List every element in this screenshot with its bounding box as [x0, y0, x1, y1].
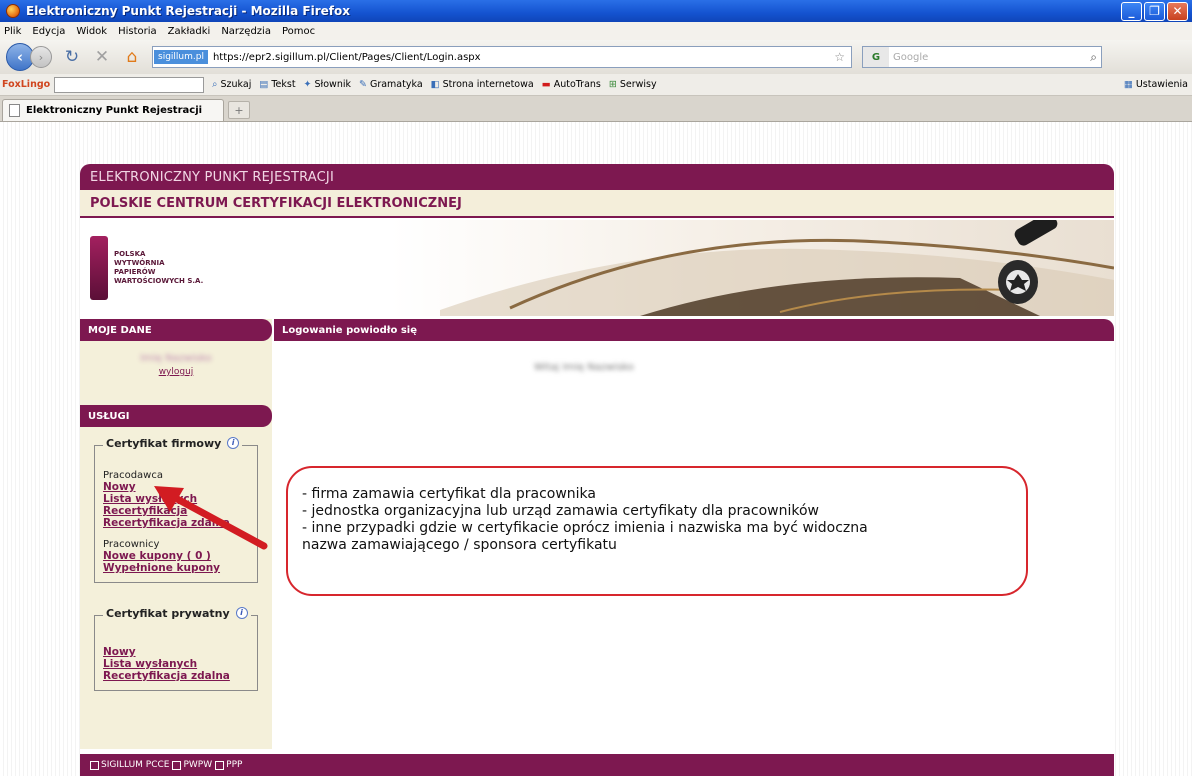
webpage-icon: ◧ [430, 79, 440, 90]
welcome-text-blurred: Witaj Imię Nazwisko [534, 362, 634, 373]
search-icon[interactable]: ⌕ [1090, 50, 1097, 65]
services-heading: USŁUGI [80, 405, 272, 427]
close-button[interactable]: ✕ [1167, 1, 1188, 21]
private-cert-title: Certyfikat prywatny i [103, 607, 251, 620]
header-banner: POLSKA WYTWÓRNIA PAPIERÓW WARTOŚCIOWYCH … [80, 220, 1114, 316]
foxlingo-toolbar: FoxLingo ⌕ Szukaj ▤ Tekst ✦ Słownik ✎ Gramat… [0, 74, 1192, 96]
pwpw-logo: POLSKA WYTWÓRNIA PAPIERÓW WARTOŚCIOWYCH … [90, 236, 203, 300]
firefox-icon [6, 4, 20, 18]
navigation-toolbar: ‹ › ↻ ✕ ⌂ sigillum.pl https://epr2.sigil… [0, 40, 1192, 74]
tab-active[interactable]: Elektroniczny Punkt Rejestracji [2, 99, 224, 121]
page-title: POLSKIE CENTRUM CERTYFIKACJI ELEKTRONICZ… [90, 195, 462, 211]
bookmark-star-icon[interactable]: ☆ [834, 50, 845, 64]
services-icon: ⊞ [608, 79, 617, 90]
footer-link-ppp[interactable]: PPP [226, 760, 242, 770]
search-engine-icon[interactable]: G [863, 47, 889, 67]
red-arrow-annotation [154, 486, 268, 550]
text-icon: ▤ [259, 79, 269, 90]
menu-help[interactable]: Pomoc [282, 26, 315, 37]
header-title-bar: POLSKIE CENTRUM CERTYFIKACJI ELEKTRONICZ… [80, 190, 1114, 218]
menu-view[interactable]: Widok [76, 26, 107, 37]
minimize-button[interactable]: _ [1121, 1, 1142, 21]
foxlingo-dictionary[interactable]: ✦ Słownik [304, 79, 351, 90]
header-top-text: ELEKTRONICZNY PUNKT REJESTRACJI [90, 169, 335, 185]
menu-bookmarks[interactable]: Zakładki [168, 26, 211, 37]
callout-line: - jednostka organizacyjna lub urząd zama… [302, 503, 819, 519]
content-heading: Logowanie powiodło się [274, 319, 1114, 341]
foxlingo-input[interactable] [54, 76, 205, 93]
menu-tools[interactable]: Narzędzia [221, 26, 271, 37]
foxlingo-search[interactable]: ⌕ Szukaj [212, 79, 251, 90]
callout-line: - inne przypadki gdzie w certyfikacie op… [302, 520, 868, 536]
foxlingo-grammar[interactable]: ✎ Gramatyka [359, 79, 423, 90]
tab-title: Elektroniczny Punkt Rejestracji [26, 105, 203, 116]
foxlingo-autotrans[interactable]: ▬ AutoTrans [542, 79, 601, 90]
maximize-button[interactable]: ❐ [1144, 1, 1165, 21]
search-icon: ⌕ [212, 79, 218, 90]
grammar-icon: ✎ [359, 79, 367, 90]
footer-bar: SIGILLUM PCCE PWPW PPP [80, 754, 1114, 776]
window-controls: _ ❐ ✕ [1121, 1, 1188, 21]
window-title: Elektroniczny Punkt Rejestracji - Mozill… [26, 4, 350, 18]
logout-link[interactable]: wyloguj [159, 367, 194, 377]
menu-edit[interactable]: Edycja [32, 26, 65, 37]
callout-line: - firma zamawia certyfikat dla pracownik… [302, 486, 596, 502]
pwpw-emblem-icon [90, 236, 108, 300]
menu-file[interactable]: Plik [4, 26, 21, 37]
callout-box: - firma zamawia certyfikat dla pracownik… [286, 466, 1028, 596]
foxlingo-webpage[interactable]: ◧ Strona internetowa [431, 79, 534, 90]
home-icon[interactable]: ⌂ [122, 47, 142, 67]
info-icon[interactable]: i [227, 437, 240, 449]
flag-icon: ▬ [541, 79, 551, 90]
site-identity-button[interactable]: sigillum.pl [154, 50, 208, 64]
reload-icon[interactable]: ↻ [62, 47, 82, 67]
forward-button[interactable]: › [30, 46, 52, 68]
address-bar[interactable]: sigillum.pl https://epr2.sigillum.pl/Cli… [152, 46, 852, 68]
footer-square-icon [90, 760, 99, 770]
menu-bar: Plik Edycja Widok Historia Zakładki Narz… [0, 22, 1192, 40]
tab-bar: Elektroniczny Punkt Rejestracji + [0, 96, 1192, 122]
page-viewport: ELEKTRONICZNY PUNKT REJESTRACJI POLSKIE … [0, 122, 1192, 776]
company-cert-title: Certyfikat firmowy i [103, 437, 243, 450]
foxlingo-settings[interactable]: ▦ Ustawienia [1124, 79, 1188, 90]
search-input[interactable]: Google [893, 52, 928, 63]
epr-page: ELEKTRONICZNY PUNKT REJESTRACJI POLSKIE … [80, 164, 1114, 776]
info-icon[interactable]: i [235, 607, 248, 619]
foxlingo-text[interactable]: ▤ Tekst [259, 79, 295, 90]
header-top-bar: ELEKTRONICZNY PUNKT REJESTRACJI [80, 164, 1114, 190]
menu-history[interactable]: Historia [118, 26, 157, 37]
footer-square-icon [172, 760, 182, 770]
user-box: Imię Nazwisko wyloguj [80, 341, 272, 405]
window-titlebar: Elektroniczny Punkt Rejestracji - Mozill… [0, 0, 1192, 22]
link-sent-list-private[interactable]: Lista wysłanych [103, 658, 251, 670]
search-bar[interactable]: G Google ⌕ [862, 46, 1102, 68]
link-remote-recertification-private[interactable]: Recertyfikacja zdalna [103, 670, 251, 682]
link-new-private[interactable]: Nowy [103, 646, 251, 658]
my-data-heading: MOJE DANE [80, 319, 272, 341]
pwpw-logo-text: POLSKA WYTWÓRNIA PAPIERÓW WARTOŚCIOWYCH … [114, 250, 204, 285]
page-icon [9, 104, 20, 117]
user-name-blurred: Imię Nazwisko [140, 353, 212, 364]
dictionary-icon: ✦ [303, 79, 312, 90]
footer-link-pwpw[interactable]: PWPW [183, 760, 212, 770]
foxlingo-services[interactable]: ⊞ Serwisy [609, 79, 657, 90]
callout-line: nazwa zamawiającego / sponsora certyfika… [302, 537, 617, 553]
foxlingo-brand[interactable]: FoxLingo [2, 79, 50, 90]
settings-icon: ▦ [1123, 79, 1133, 90]
new-tab-button[interactable]: + [228, 101, 250, 119]
footer-link-pcce[interactable]: SIGILLUM PCCE [101, 760, 169, 770]
url-text[interactable]: https://epr2.sigillum.pl/Client/Pages/Cl… [213, 52, 834, 63]
banner-image [440, 220, 1114, 316]
stop-icon[interactable]: ✕ [92, 47, 112, 67]
footer-square-icon [215, 760, 225, 770]
private-cert-box: Certyfikat prywatny i Nowy Lista wysłany… [94, 607, 258, 691]
